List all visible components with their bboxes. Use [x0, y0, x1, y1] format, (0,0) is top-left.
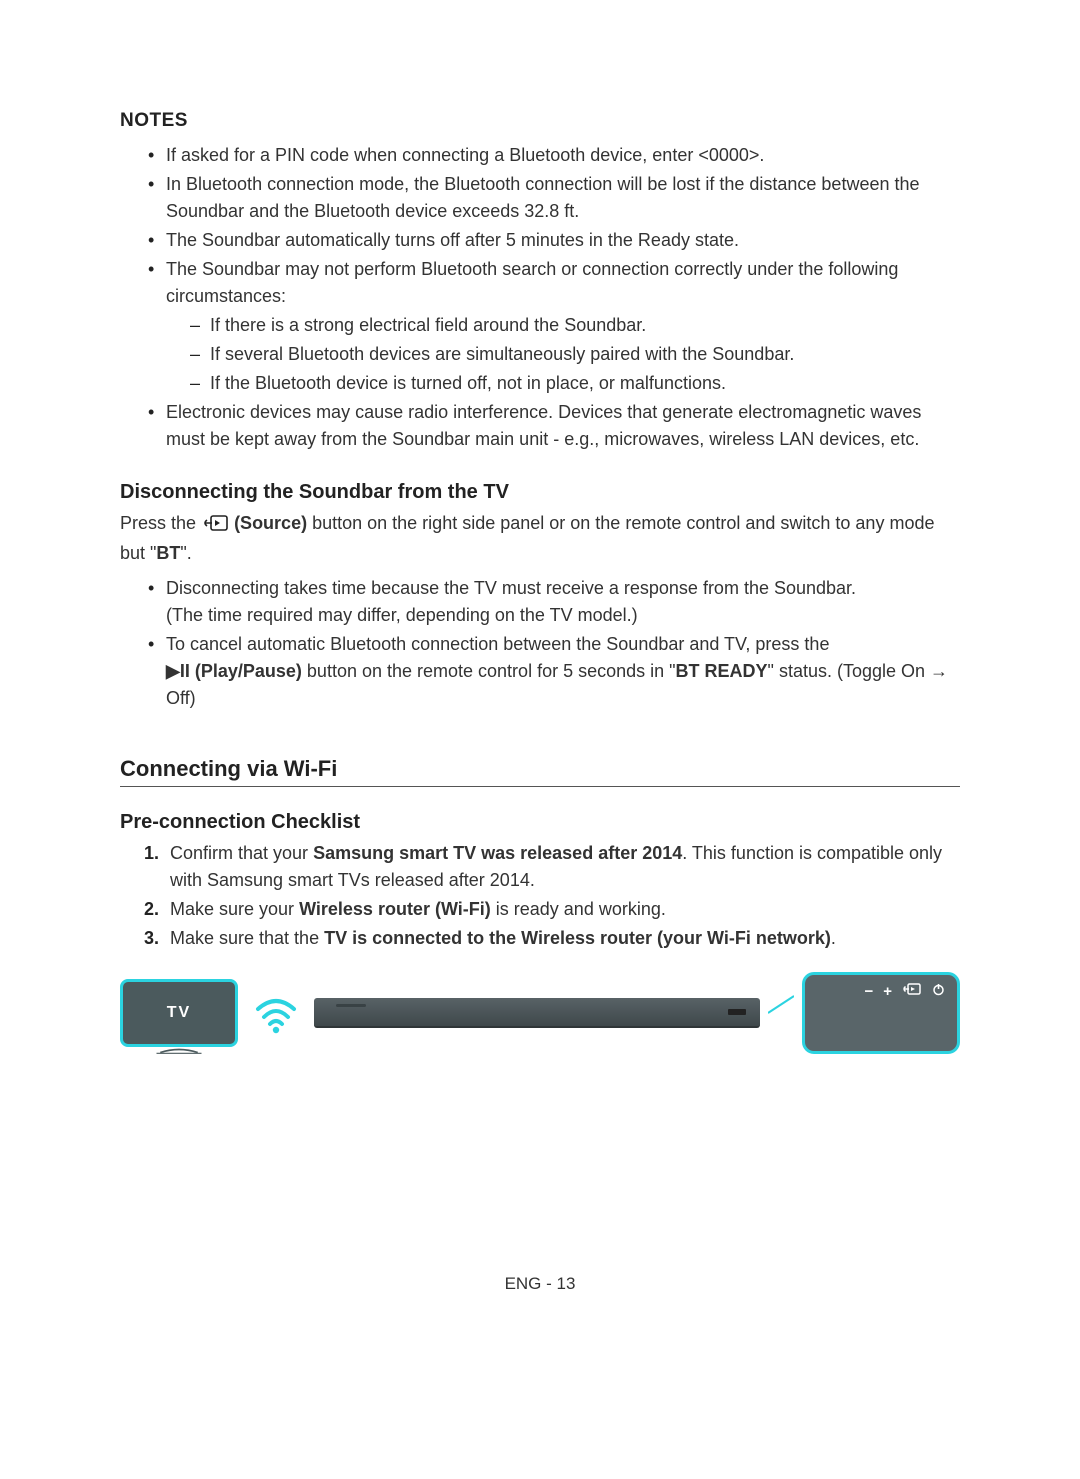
bold-text: TV is connected to the Wireless router (… [324, 928, 831, 948]
note-item: Electronic devices may cause radio inter… [144, 399, 960, 453]
text-fragment: . [831, 928, 836, 948]
text-fragment: is ready and working. [491, 899, 666, 919]
disconnect-list: Disconnecting takes time because the TV … [144, 575, 960, 712]
note-subitem: If there is a strong electrical field ar… [188, 312, 960, 339]
notes-sublist: If there is a strong electrical field ar… [188, 312, 960, 397]
checklist-item: Make sure that the TV is connected to th… [144, 925, 960, 952]
text-fragment: button on the remote control for 5 secon… [307, 661, 676, 681]
control-panel-illustration: − + [802, 972, 960, 1054]
text-fragment: Confirm that your [170, 843, 313, 863]
note-item: The Soundbar may not perform Bluetooth s… [144, 256, 960, 397]
note-subitem: If the Bluetooth device is turned off, n… [188, 370, 960, 397]
control-panel-icons: − + [864, 983, 945, 1000]
checklist-list: Confirm that your Samsung smart TV was r… [144, 840, 960, 952]
disconnect-paragraph: Press the (Source) button on the right s… [120, 510, 960, 567]
source-icon [902, 983, 922, 1000]
connection-diagram: TV − + [120, 972, 960, 1054]
bold-text: Wireless router (Wi-Fi) [299, 899, 491, 919]
note-subitem: If several Bluetooth devices are simulta… [188, 341, 960, 368]
bt-label: BT [156, 543, 180, 563]
note-item: In Bluetooth connection mode, the Blueto… [144, 171, 960, 225]
disconnect-heading: Disconnecting the Soundbar from the TV [120, 481, 960, 504]
text-fragment: Press the [120, 513, 201, 533]
note-item: The Soundbar automatically turns off aft… [144, 227, 960, 254]
volume-up-icon: + [883, 983, 892, 1000]
volume-down-icon: − [864, 983, 873, 1000]
checklist-item: Confirm that your Samsung smart TV was r… [144, 840, 960, 894]
disconnect-item: To cancel automatic Bluetooth connection… [144, 631, 960, 712]
wifi-heading: Connecting via Wi-Fi [120, 756, 960, 787]
soundbar-illustration [314, 998, 760, 1028]
manual-page: NOTES If asked for a PIN code when conne… [0, 0, 1080, 1354]
notes-heading: NOTES [120, 110, 960, 132]
callout-line-icon [768, 988, 794, 1038]
text-fragment: Make sure that the [170, 928, 324, 948]
power-icon [932, 983, 945, 1000]
wifi-icon [254, 991, 298, 1035]
notes-list: If asked for a PIN code when connecting … [144, 142, 960, 453]
tv-stand-icon [144, 1048, 214, 1054]
text-fragment: Make sure your [170, 899, 299, 919]
text-fragment: To cancel automatic Bluetooth connection… [166, 634, 829, 654]
text-fragment: Disconnecting takes time because the TV … [166, 578, 856, 598]
bt-ready-label: BT READY [676, 661, 768, 681]
source-label: (Source) [234, 513, 307, 533]
note-item: If asked for a PIN code when connecting … [144, 142, 960, 169]
bold-text: Samsung smart TV was released after 2014 [313, 843, 682, 863]
text-fragment: (The time required may differ, depending… [166, 605, 638, 625]
text-fragment: ". [180, 543, 191, 563]
checklist-heading: Pre-connection Checklist [120, 811, 960, 834]
tv-label: TV [167, 1004, 191, 1022]
checklist-item: Make sure your Wireless router (Wi-Fi) i… [144, 896, 960, 923]
disconnect-item: Disconnecting takes time because the TV … [144, 575, 960, 629]
page-footer: ENG - 13 [120, 1274, 960, 1294]
note-item-text: The Soundbar may not perform Bluetooth s… [166, 259, 898, 306]
tv-illustration: TV [120, 979, 238, 1047]
source-icon [201, 513, 229, 540]
play-pause-label: ▶II (Play/Pause) [166, 661, 302, 681]
